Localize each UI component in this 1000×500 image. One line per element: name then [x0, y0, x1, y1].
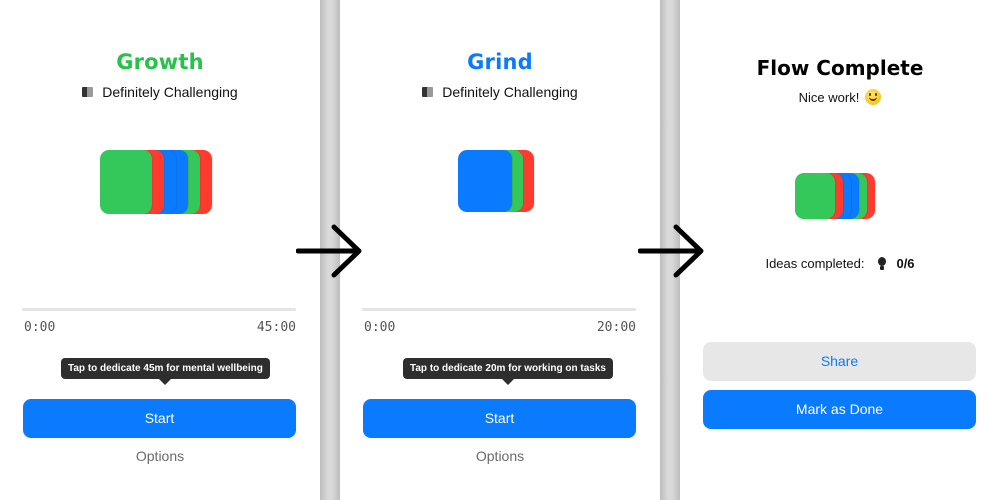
tooltip-text: Tap to dedicate 20m for working on tasks — [410, 363, 606, 374]
right-arrow-icon — [638, 224, 704, 278]
options-link[interactable]: Options — [340, 448, 660, 464]
ideas-label: Ideas completed: — [765, 256, 865, 271]
tooltip-pointer — [159, 379, 172, 385]
tooltip-pointer — [501, 379, 514, 385]
options-link[interactable]: Options — [0, 448, 320, 464]
start-button[interactable]: Start — [363, 399, 636, 438]
task-card-stack — [458, 150, 538, 216]
mark-as-done-button[interactable]: Mark as Done — [703, 390, 976, 429]
start-button[interactable]: Start — [23, 399, 296, 438]
lightbulb-icon — [876, 256, 888, 271]
flow-complete-screen: Flow Complete Nice work! Ideas completed… — [680, 0, 1000, 500]
difficulty-label: Definitely Challenging — [102, 84, 238, 100]
difficulty-icon — [422, 86, 434, 98]
timer-start: 0:00 — [24, 320, 56, 335]
share-button[interactable]: Share — [703, 342, 976, 381]
grind-screen: Grind Definitely Challenging 0:00 20:00 … — [340, 0, 660, 500]
tooltip-text: Tap to dedicate 45m for mental wellbeing — [68, 363, 263, 374]
difficulty-icon — [82, 86, 94, 98]
timer-end: 45:00 — [256, 320, 296, 335]
difficulty-row: Definitely Challenging — [0, 84, 320, 100]
task-card-stack — [100, 150, 215, 218]
dedicate-tooltip: Tap to dedicate 45m for mental wellbeing — [61, 358, 270, 385]
timer-start: 0:00 — [364, 320, 396, 335]
growth-screen: Growth Definitely Challenging 0:00 45:00… — [0, 0, 320, 500]
task-card — [458, 150, 512, 212]
ideas-completed-row: Ideas completed: 0/6 — [680, 256, 1000, 271]
difficulty-label: Definitely Challenging — [442, 84, 578, 100]
dedicate-tooltip: Tap to dedicate 20m for working on tasks — [403, 358, 613, 385]
flow-storyboard: Growth Definitely Challenging 0:00 45:00… — [0, 0, 1000, 500]
page-title: Growth — [116, 50, 204, 74]
timer-end: 20:00 — [596, 320, 636, 335]
page-title: Flow Complete — [756, 56, 924, 80]
task-card — [100, 150, 152, 214]
timer-progress-track — [362, 308, 636, 311]
timer-progress-track — [22, 308, 296, 311]
difficulty-row: Definitely Challenging — [340, 84, 660, 100]
task-card — [795, 173, 835, 219]
page-title: Grind — [467, 50, 533, 74]
smiley-icon — [865, 89, 882, 105]
message-text: Nice work! — [798, 89, 860, 105]
completion-message: Nice work! — [680, 89, 1000, 105]
ideas-count: 0/6 — [896, 256, 915, 271]
task-card-stack — [795, 173, 885, 221]
right-arrow-icon — [296, 224, 362, 278]
